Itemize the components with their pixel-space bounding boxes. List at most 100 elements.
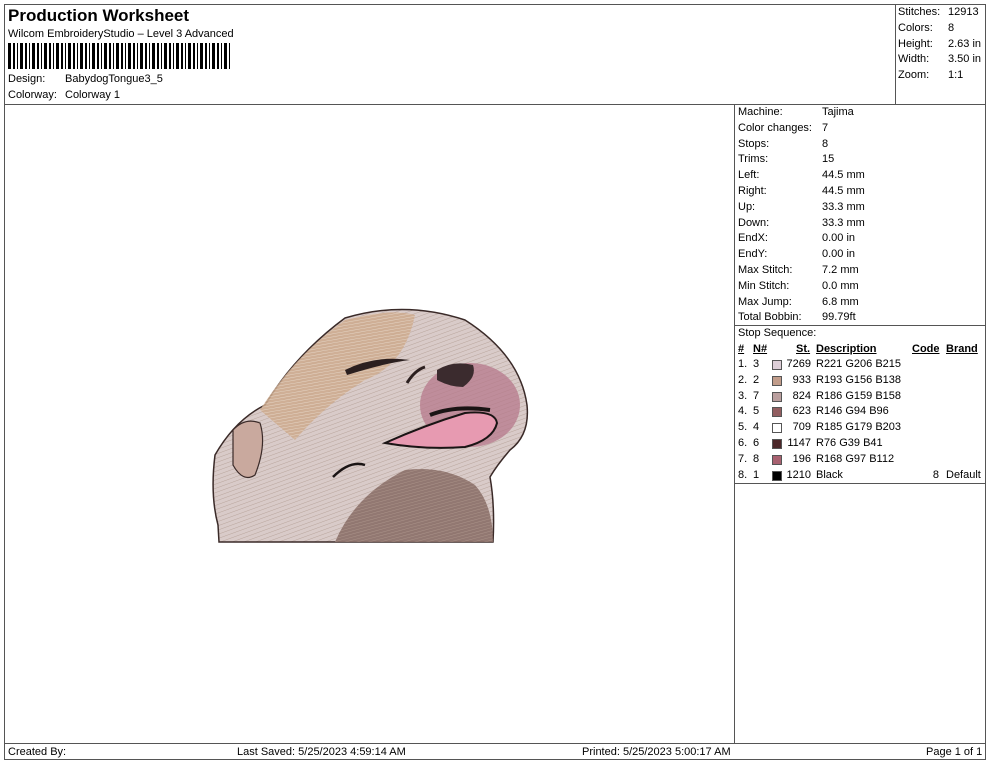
machine-prop-row: Min Stitch: 0.0 mm: [738, 280, 859, 292]
design-label: Design:: [8, 73, 46, 85]
barcode-bar: [133, 43, 135, 69]
col-header-description: Description: [816, 343, 877, 355]
barcode-bar: [157, 43, 159, 69]
machine-prop-row: Left: 44.5 mm: [738, 169, 865, 182]
barcode-bar: [104, 43, 107, 69]
prop-label: Max Stitch:: [738, 264, 793, 276]
cell-n: 2: [753, 373, 760, 386]
color-swatch: [772, 407, 782, 418]
table-row: 4. 5 623 R146 G94 B96: [738, 405, 984, 421]
colorway-label: Colorway:: [8, 89, 57, 101]
barcode-bar: [152, 43, 155, 69]
prop-label: Left:: [738, 169, 760, 182]
barcode-bar: [32, 43, 35, 69]
cell-num: 3.: [738, 389, 748, 402]
barcode-bar: [169, 43, 171, 69]
barcode-bar: [20, 43, 23, 69]
cell-n: 3: [753, 358, 760, 370]
color-swatch: [772, 391, 782, 402]
cell-stitches: 623: [792, 405, 811, 418]
prop-label: Right:: [738, 185, 767, 197]
barcode-bar: [44, 43, 47, 69]
barcode-bar: [229, 43, 230, 69]
design-value: BabydogTongue3_5: [65, 73, 163, 85]
last-saved: Last Saved: 5/25/2023 4:59:14 AM: [237, 746, 406, 758]
cell-description: R146 G94 B96: [816, 405, 889, 418]
prop-value: 15: [822, 153, 835, 166]
cell-description: R168 G97 B112: [816, 452, 895, 465]
barcode-bar: [224, 43, 227, 69]
color-swatch: [772, 423, 782, 434]
barcode-bar: [53, 43, 54, 69]
barcode-bar: [73, 43, 75, 69]
barcode-bar: [149, 43, 150, 69]
barcode-bar: [209, 43, 210, 69]
prop-label: Stops:: [738, 137, 770, 150]
barcode-bar: [140, 43, 143, 69]
machine-prop-row: Down: 33.3 mm: [738, 217, 865, 229]
machine-prop-row: Up: 33.3 mm: [738, 200, 865, 213]
cell-code: 8: [932, 468, 939, 481]
cell-stitches: 1210: [786, 468, 811, 481]
printed-date: Printed: 5/25/2023 5:00:17 AM: [582, 746, 731, 758]
cell-description: R193 G156 B138: [816, 373, 902, 386]
col-header-code: Code: [912, 343, 940, 355]
prop-label: Up:: [738, 200, 756, 213]
barcode-bar: [205, 43, 207, 69]
cell-description: Black: [816, 468, 843, 481]
table-row: 5. 4 709 R185 G179 B203: [738, 421, 984, 437]
divider: [734, 483, 986, 484]
cell-num: 5.: [738, 421, 748, 434]
prop-label: Machine:: [738, 106, 783, 118]
col-header-brand: Brand: [946, 343, 978, 355]
barcode-bar: [113, 43, 114, 69]
barcode-bar: [13, 43, 15, 69]
barcode-bar: [29, 43, 30, 69]
barcode-bar: [164, 43, 167, 69]
prop-value: 7: [822, 121, 829, 134]
barcode-bar: [80, 43, 83, 69]
barcode-bar: [121, 43, 123, 69]
machine-prop-row: Trims: 15: [738, 153, 834, 165]
cell-stitches: 1147: [787, 437, 811, 449]
barcode-bar: [188, 43, 191, 69]
prop-value: 6.8 mm: [822, 295, 859, 308]
prop-value: 99.79ft: [822, 311, 856, 324]
design-canvas: [5, 105, 734, 743]
barcode-bar: [116, 43, 119, 69]
barcode-bar: [85, 43, 87, 69]
prop-value: 33.3 mm: [822, 216, 865, 229]
prop-value: Tajima: [822, 106, 854, 118]
barcode-bar: [101, 43, 102, 69]
prop-label: Color changes:: [738, 121, 812, 134]
barcode-bar: [8, 43, 11, 69]
barcode-bar: [161, 43, 162, 69]
embroidery-preview-image: [212, 308, 529, 543]
cell-num: 4.: [738, 405, 748, 418]
prop-label: Total Bobbin:: [738, 311, 802, 324]
color-swatch: [772, 439, 782, 449]
prop-value: 7.2 mm: [822, 264, 859, 276]
barcode-bar: [61, 43, 63, 69]
table-row: 2. 2 933 R193 G156 B138: [738, 374, 984, 390]
color-swatch: [772, 454, 782, 465]
barcode-bar: [77, 43, 78, 69]
cell-num: 1.: [738, 358, 748, 370]
barcode-bar: [92, 43, 95, 69]
cell-description: R186 G159 B158: [816, 389, 902, 402]
cell-description: R221 G206 B215: [816, 358, 902, 370]
barcode-icon: [8, 43, 230, 69]
cell-num: 6.: [738, 437, 748, 449]
cell-n: 1: [753, 468, 760, 481]
barcode-bar: [212, 43, 215, 69]
barcode-bar: [137, 43, 138, 69]
page-title: Production Worksheet: [8, 6, 190, 25]
software-subtitle: Wilcom EmbroideryStudio – Level 3 Advanc…: [8, 28, 234, 40]
cell-num: 8.: [738, 468, 748, 481]
barcode-bar: [65, 43, 66, 69]
barcode-bar: [109, 43, 111, 69]
cell-num: 2.: [738, 373, 748, 386]
cell-stitches: 933: [792, 373, 811, 386]
barcode-bar: [173, 43, 174, 69]
prop-label: Max Jump:: [738, 295, 792, 308]
